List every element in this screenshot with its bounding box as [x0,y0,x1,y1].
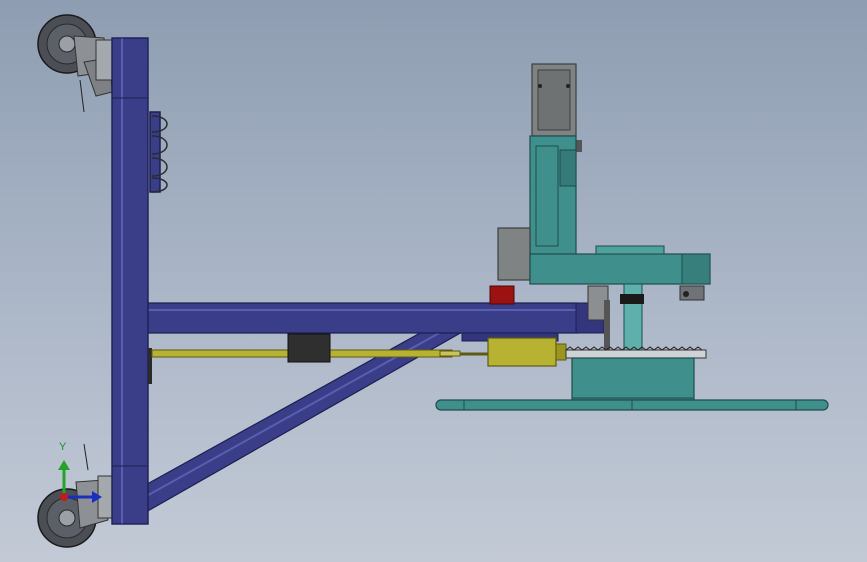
gearbox [497,227,531,281]
cad-viewport[interactable]: Y [0,0,867,562]
cad-model-drawing [37,14,829,548]
y-axis-label: Y [59,441,67,453]
suction-bar [435,399,829,411]
vertical-shaft [587,283,644,355]
teal-arm [529,245,711,301]
upright-column [111,37,149,525]
top-caster-wheel [37,14,115,113]
red-limit-block [489,285,515,305]
cable-hook-bracket [149,111,168,193]
horizontal-boom [145,302,605,342]
